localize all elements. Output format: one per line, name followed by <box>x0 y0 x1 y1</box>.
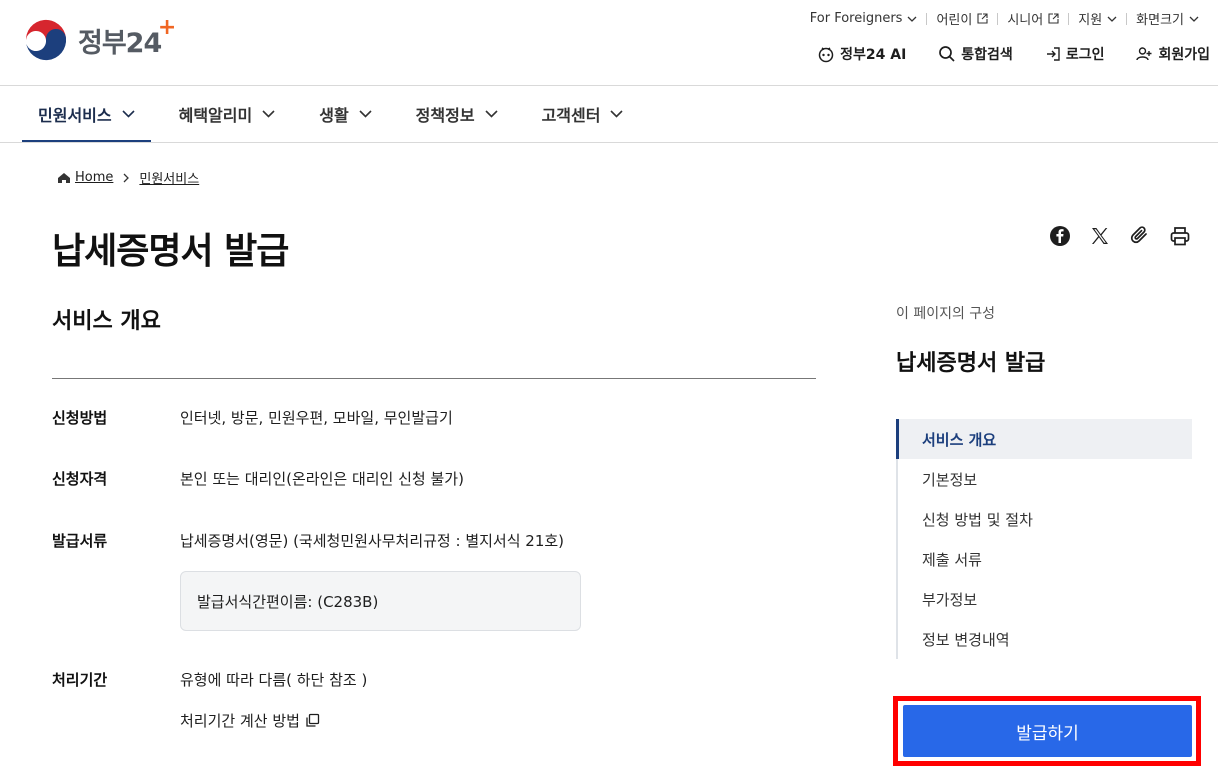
breadcrumb: Home 민원서비스 <box>57 168 199 187</box>
login-button[interactable]: 로그인 <box>1045 44 1105 64</box>
x-icon <box>1092 228 1108 244</box>
row-value: 인터넷, 방문, 민원우편, 모바일, 무인발급기 <box>180 409 453 427</box>
nav-benefit-alert[interactable]: 혜택알리미 <box>163 86 292 142</box>
action-label: 통합검색 <box>961 47 1013 63</box>
info-row-eligibility: 신청자격 본인 또는 대리인(온라인은 대리인 신청 불가) <box>52 468 464 489</box>
section-divider <box>52 378 816 379</box>
toc-item-overview[interactable]: 서비스 개요 <box>896 419 1192 459</box>
util-senior[interactable]: 시니어 <box>998 9 1068 28</box>
search-button[interactable]: 통합검색 <box>938 44 1013 64</box>
processing-time-calc-link[interactable]: 처리기간 계산 방법 <box>180 710 320 731</box>
util-font-size[interactable]: 화면크기 <box>1127 9 1208 28</box>
util-label: 시니어 <box>1007 13 1044 28</box>
facebook-share-button[interactable] <box>1048 224 1072 248</box>
info-row-method: 신청방법 인터넷, 방문, 민원우편, 모바일, 무인발급기 <box>52 407 453 428</box>
row-value: 납세증명서(영문) (국세청민원사무처리규정 : 별지서식 21호) <box>180 532 565 550</box>
chevron-down-icon <box>1107 16 1117 22</box>
page-title: 납세증명서 발급 <box>52 231 289 272</box>
taegeuk-logo-icon <box>23 17 69 63</box>
nav-customer-center[interactable]: 고객센터 <box>526 86 640 142</box>
action-label: 정부24 AI <box>840 47 907 63</box>
nav-civil-service[interactable]: 민원서비스 <box>22 86 151 143</box>
share-tools <box>1032 224 1192 248</box>
util-label: 화면크기 <box>1136 13 1184 28</box>
logo-text: 정부24 + <box>78 14 176 59</box>
section-title: 서비스 개요 <box>52 309 161 334</box>
home-icon <box>58 172 70 183</box>
toc-item-change-history[interactable]: 정보 변경내역 <box>898 619 1192 659</box>
chevron-down-icon <box>359 110 372 118</box>
chevron-down-icon <box>610 110 624 118</box>
action-label: 회원가입 <box>1158 47 1210 63</box>
chevron-down-icon <box>122 110 135 118</box>
external-link-icon <box>977 13 988 24</box>
signup-button[interactable]: 회원가입 <box>1136 44 1210 64</box>
gov24-logo[interactable]: 정부24 + <box>22 14 176 64</box>
chevron-down-icon <box>1189 16 1199 22</box>
print-button[interactable] <box>1168 224 1192 248</box>
action-label: 로그인 <box>1065 47 1105 63</box>
nav-label: 정책정보 <box>415 106 475 125</box>
row-label: 처리기간 <box>52 671 108 689</box>
ai-robot-icon <box>818 47 834 63</box>
form-short-name-note: 발급서식간편이름: (C283B) <box>180 571 581 631</box>
nav-label: 생활 <box>319 106 349 125</box>
util-for-foreigners[interactable]: For Foreigners <box>801 11 927 26</box>
nav-policy-info[interactable]: 정책정보 <box>400 86 514 142</box>
paperclip-icon <box>1130 226 1147 244</box>
external-link-icon <box>1048 13 1059 24</box>
nav-life[interactable]: 생활 <box>303 86 387 142</box>
toc-title: 납세증명서 발급 <box>896 351 1046 376</box>
toc-item-submission-docs[interactable]: 제출 서류 <box>898 539 1192 579</box>
calc-link-label: 처리기간 계산 방법 <box>180 712 300 730</box>
x-share-button[interactable] <box>1088 224 1112 248</box>
util-kids[interactable]: 어린이 <box>927 9 997 28</box>
row-value: 본인 또는 대리인(온라인은 대리인 신청 불가) <box>180 470 464 488</box>
toc-item-method-procedure[interactable]: 신청 방법 및 절차 <box>898 499 1192 539</box>
user-add-icon <box>1136 47 1152 61</box>
nav-divider <box>0 142 1218 143</box>
row-label: 신청방법 <box>52 409 108 427</box>
util-label: 지원 <box>1078 13 1103 28</box>
row-value: 유형에 따라 다름( 하단 참조 ) <box>180 671 368 689</box>
breadcrumb-civil-service[interactable]: 민원서비스 <box>139 168 199 187</box>
copy-link-button[interactable] <box>1128 224 1152 248</box>
info-row-documents: 발급서류 납세증명서(영문) (국세청민원사무처리규정 : 별지서식 21호) <box>52 530 564 551</box>
nav-label: 민원서비스 <box>38 106 112 125</box>
nav-label: 혜택알리미 <box>178 106 253 125</box>
toc-list: 서비스 개요 기본정보 신청 방법 및 절차 제출 서류 부가정보 정보 변경내… <box>896 419 1192 659</box>
login-icon <box>1046 47 1060 61</box>
util-label: 어린이 <box>936 13 973 28</box>
issue-button[interactable]: 발급하기 <box>903 705 1192 757</box>
header-actions: 정부24 AI 통합검색 로그인 회원가입 <box>785 44 1210 64</box>
toc-caption: 이 페이지의 구성 <box>896 306 996 322</box>
chevron-down-icon <box>484 110 498 118</box>
utility-links: For Foreigners 어린이 시니어 지원 화면크기 <box>801 9 1208 28</box>
util-label: For Foreigners <box>809 11 903 26</box>
search-icon <box>939 46 955 62</box>
chevron-down-icon <box>262 110 275 118</box>
gov24-ai-button[interactable]: 정부24 AI <box>817 44 906 64</box>
row-label: 신청자격 <box>52 470 108 488</box>
row-label: 발급서류 <box>52 532 108 550</box>
chevron-right-icon <box>123 173 130 182</box>
toc-item-basic-info[interactable]: 기본정보 <box>898 459 1192 499</box>
popup-window-icon <box>306 713 320 727</box>
facebook-icon <box>1050 226 1070 246</box>
breadcrumb-home[interactable]: Home <box>75 170 113 185</box>
print-icon <box>1170 227 1190 246</box>
main-nav: 민원서비스 혜택알리미 생활 정책정보 고객센터 <box>22 86 651 143</box>
toc-item-additional-info[interactable]: 부가정보 <box>898 579 1192 619</box>
nav-label: 고객센터 <box>541 106 601 125</box>
util-support[interactable]: 지원 <box>1069 9 1126 28</box>
chevron-down-icon <box>907 16 917 22</box>
info-row-processing-time: 처리기간 유형에 따라 다름( 하단 참조 ) <box>52 669 367 690</box>
